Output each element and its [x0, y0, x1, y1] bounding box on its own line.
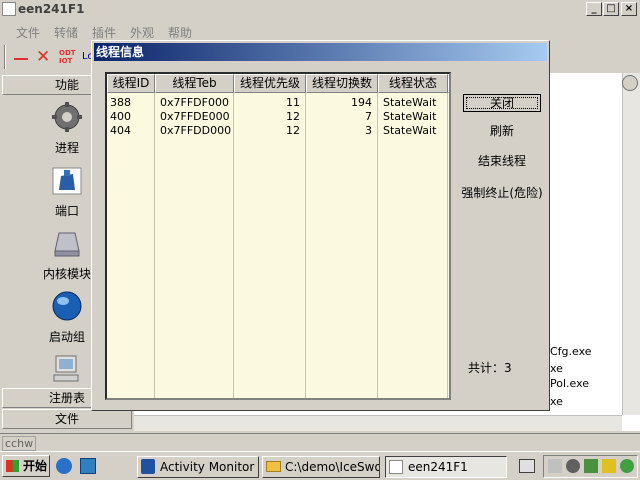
table-cell[interactable]: 194	[306, 96, 372, 110]
folder-icon	[266, 461, 281, 472]
column-header-filler	[448, 74, 449, 93]
refresh-icon[interactable]	[622, 75, 638, 91]
app-icon	[389, 460, 403, 474]
menu-dump[interactable]: 转储	[54, 24, 78, 41]
minimize-button[interactable]: _	[586, 2, 602, 16]
column-header-switches[interactable]: 线程切换数	[306, 74, 378, 93]
table-cell[interactable]: 388	[110, 96, 131, 110]
window-title: een241F1	[18, 2, 85, 16]
task-een241f1[interactable]: een241F1	[385, 456, 507, 478]
menu-plugins[interactable]: 插件	[92, 24, 116, 41]
table-cell[interactable]: 12	[234, 124, 300, 138]
tray-icon[interactable]	[548, 459, 562, 473]
keyboard-icon[interactable]	[519, 459, 535, 473]
network-icon	[52, 167, 82, 195]
dialog-title: 线程信息	[94, 43, 547, 61]
table-cell[interactable]: 12	[234, 110, 300, 124]
task-label: Activity Monitor -...	[160, 460, 258, 474]
end-thread-button[interactable]: 结束线程	[463, 153, 541, 171]
refresh-button[interactable]: 刷新	[463, 123, 541, 141]
close-button[interactable]: 关闭	[463, 94, 541, 112]
status-text: cchw	[2, 436, 37, 451]
table-cell[interactable]: 400	[110, 110, 131, 124]
delete-icon[interactable]: ✕	[36, 49, 52, 66]
file-tab[interactable]: 文件	[2, 409, 132, 429]
tray-icon[interactable]	[584, 459, 598, 473]
start-label: 开始	[23, 459, 48, 473]
shield-icon	[141, 459, 155, 474]
odt-icon[interactable]: ODT IOT	[59, 49, 76, 65]
list-item[interactable]: xe	[550, 395, 563, 408]
column-header-priority[interactable]: 线程优先级	[234, 74, 306, 93]
menu-bar: 文件 转储 插件 外观 帮助	[0, 21, 640, 41]
minus-icon[interactable]	[14, 58, 28, 60]
task-explorer[interactable]: C:\demo\IceSwo...	[262, 456, 380, 478]
computer-icon	[53, 355, 79, 382]
table-cell[interactable]: 3	[306, 124, 372, 138]
close-window-button[interactable]: ×	[621, 2, 637, 16]
tray-icon[interactable]	[566, 459, 580, 473]
system-tray	[543, 455, 638, 478]
status-bar: cchw	[0, 433, 640, 451]
table-cell[interactable]: 7	[306, 110, 372, 124]
column-header-id[interactable]: 线程ID	[107, 74, 155, 93]
tray-icon[interactable]	[620, 459, 634, 473]
task-label: C:\demo\IceSwo...	[285, 460, 380, 474]
table-cell[interactable]: 0x7FFDE000	[160, 110, 230, 124]
thread-table[interactable]: 线程ID 线程Teb 线程优先级 线程切换数 线程状态 388 0x7FFDF0…	[105, 72, 451, 400]
column-header-state[interactable]: 线程状态	[378, 74, 448, 93]
table-cell[interactable]: StateWait	[383, 110, 436, 124]
app-icon	[2, 2, 16, 16]
menu-help[interactable]: 帮助	[168, 24, 192, 41]
table-cell[interactable]: 404	[110, 124, 131, 138]
table-cell[interactable]: StateWait	[383, 96, 436, 110]
gear-icon	[52, 102, 82, 132]
thread-info-dialog: 线程信息 线程ID 线程Teb 线程优先级 线程切换数 线程状态 388 0x7…	[91, 40, 550, 411]
table-cell[interactable]: StateWait	[383, 124, 436, 138]
horizontal-scrollbar[interactable]	[134, 415, 622, 431]
menu-file[interactable]: 文件	[16, 24, 40, 41]
taskbar: 开始 Activity Monitor -... C:\demo\IceSwo.…	[0, 451, 640, 480]
list-item[interactable]: Pol.exe	[550, 377, 589, 390]
table-cell[interactable]: 0x7FFDF000	[160, 96, 229, 110]
list-item[interactable]: Cfg.exe	[550, 345, 592, 358]
table-cell[interactable]: 0x7FFDD000	[160, 124, 231, 138]
menu-appearance[interactable]: 外观	[130, 24, 154, 41]
quicklaunch-icon[interactable]	[80, 458, 96, 474]
total-count: 共计：3	[468, 361, 512, 375]
task-activity-monitor[interactable]: Activity Monitor -...	[137, 456, 259, 478]
toolbar-grip	[4, 45, 6, 69]
windows-logo-icon	[6, 460, 19, 472]
list-item[interactable]: xe	[550, 362, 563, 375]
maximize-button[interactable]: □	[603, 2, 619, 16]
task-label: een241F1	[408, 460, 468, 474]
globe-icon	[52, 291, 82, 321]
start-button[interactable]: 开始	[2, 455, 50, 477]
vertical-scrollbar[interactable]	[622, 73, 640, 415]
tray-icon[interactable]	[602, 459, 616, 473]
table-cell[interactable]: 11	[234, 96, 300, 110]
ie-icon[interactable]	[56, 458, 72, 474]
column-header-teb[interactable]: 线程Teb	[155, 74, 234, 93]
drive-icon	[54, 232, 80, 257]
title-bar: een241F1 _ □ ×	[0, 0, 640, 18]
force-terminate-button[interactable]: 强制终止(危险)	[458, 185, 546, 203]
